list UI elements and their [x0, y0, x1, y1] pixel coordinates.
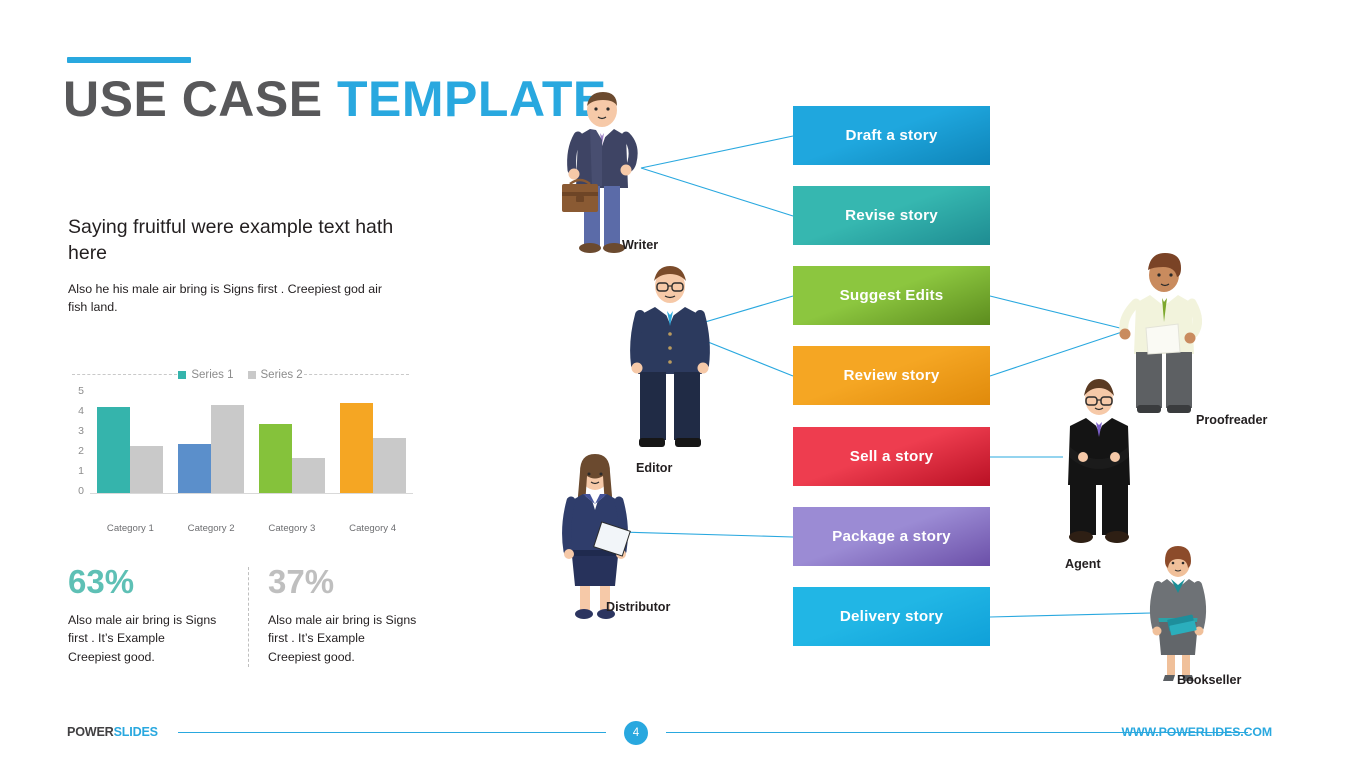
actor-label-proofreader: Proofreader [1196, 413, 1268, 427]
y-tick-label: 2 [78, 445, 84, 457]
legend-swatch-icon [178, 371, 187, 379]
footer-logo: POWERSLIDES [67, 725, 158, 739]
x-axis-label: Category 3 [268, 523, 316, 534]
process-box-revise-story[interactable]: Revise story [793, 186, 990, 245]
stat-value: 37% [268, 563, 335, 600]
footer-logo-power: POWER [67, 725, 114, 739]
bar-series1 [258, 424, 292, 493]
legend-item-1: Series 1 [178, 369, 234, 381]
bar-series1 [178, 444, 212, 493]
bar-series2 [372, 438, 406, 493]
bar-chart: Series 1 Series 2 543210 Category 1 Catego… [68, 365, 413, 534]
slide-canvas: USE CASE TEMPLATE Saying fruitful were e… [0, 0, 1365, 767]
y-tick-label: 3 [78, 425, 84, 437]
y-tick-label: 5 [78, 385, 84, 397]
lead-body: Also he his male air bring is Signs firs… [68, 282, 383, 314]
process-box-draft-a-story[interactable]: Draft a story [793, 106, 990, 165]
x-axis-label: Category 4 [349, 523, 397, 534]
process-box-package-a-story[interactable]: Package a story [793, 507, 990, 566]
process-box-review-story[interactable]: Review story [793, 346, 990, 405]
y-tick-label: 1 [78, 465, 84, 477]
chart-bars [90, 393, 413, 494]
bar-group [252, 393, 333, 493]
actor-label-writer: Writer [622, 238, 659, 252]
footer: POWERSLIDES 4 WWW.POWERLIDES.COM [0, 707, 1365, 767]
stat-text: Also male air bring is Signs first . It’… [268, 613, 417, 664]
chart-x-labels: Category 1 Category 2 Category 3 Category 4 [90, 523, 413, 534]
bar-group [90, 393, 171, 493]
chart-legend: Series 1 Series 2 [68, 365, 413, 385]
bar-group [332, 393, 413, 493]
chart-y-axis: 5 4 3 2 1 0 [68, 385, 84, 497]
chart-plot-area: 543210 Category 1 Category 2 Category 3 Cat… [68, 386, 413, 534]
legend-label: Series 2 [260, 369, 303, 381]
actor-label-editor: Editor [636, 461, 673, 475]
process-box-delivery-story[interactable]: Delivery story [793, 587, 990, 646]
footer-url[interactable]: WWW.POWERLIDES.COM [1121, 725, 1272, 739]
legend-label: Series 1 [191, 369, 234, 381]
process-box-suggest-edits[interactable]: Suggest Edits [793, 266, 990, 325]
page-title-main: USE CASE [63, 71, 338, 127]
actor-label-agent: Agent [1065, 557, 1101, 571]
bar-series2 [291, 458, 325, 493]
process-boxes: Draft a story Revise story Suggest Edits Re… [793, 106, 990, 656]
actor-label-bookseller: Bookseller [1177, 673, 1242, 687]
lead-heading: Saying fruitful were example text hath h… [68, 216, 394, 265]
legend-swatch-icon [247, 371, 256, 379]
process-box-sell-a-story[interactable]: Sell a story [793, 427, 990, 486]
bar-series2 [211, 405, 245, 493]
stat-value: 63% [68, 563, 135, 600]
distributor-figure [562, 454, 631, 619]
writer-figure [562, 92, 638, 253]
bookseller-figure [1149, 546, 1207, 681]
x-axis-label: Category 2 [187, 523, 235, 534]
footer-logo-slides: SLIDES [113, 725, 158, 739]
y-tick-label: 4 [78, 405, 84, 417]
agent-figure [1068, 379, 1130, 543]
actor-label-distributor: Distributor [606, 600, 671, 614]
bar-series2 [130, 446, 164, 493]
editor-figure [630, 266, 710, 447]
bar-series1 [339, 403, 373, 493]
footer-line-left [178, 732, 606, 733]
legend-item-2: Series 2 [247, 369, 303, 381]
bar-group [171, 393, 252, 493]
x-axis-label: Category 1 [106, 523, 154, 534]
stats-section: 63% Also male air bring is Signs first .… [68, 565, 418, 670]
y-tick-label: 0 [78, 485, 84, 497]
page-title: USE CASE TEMPLATE [63, 70, 607, 128]
stat-block-2: 37% Also male air bring is Signs first .… [268, 565, 420, 666]
stat-text: Also male air bring is Signs first . It’… [68, 613, 217, 664]
footer-page-number: 4 [624, 721, 648, 745]
title-accent-rule [67, 57, 191, 63]
stat-block-1: 63% Also male air bring is Signs first .… [68, 565, 220, 666]
bar-series1 [97, 407, 131, 493]
stats-divider [248, 567, 249, 667]
